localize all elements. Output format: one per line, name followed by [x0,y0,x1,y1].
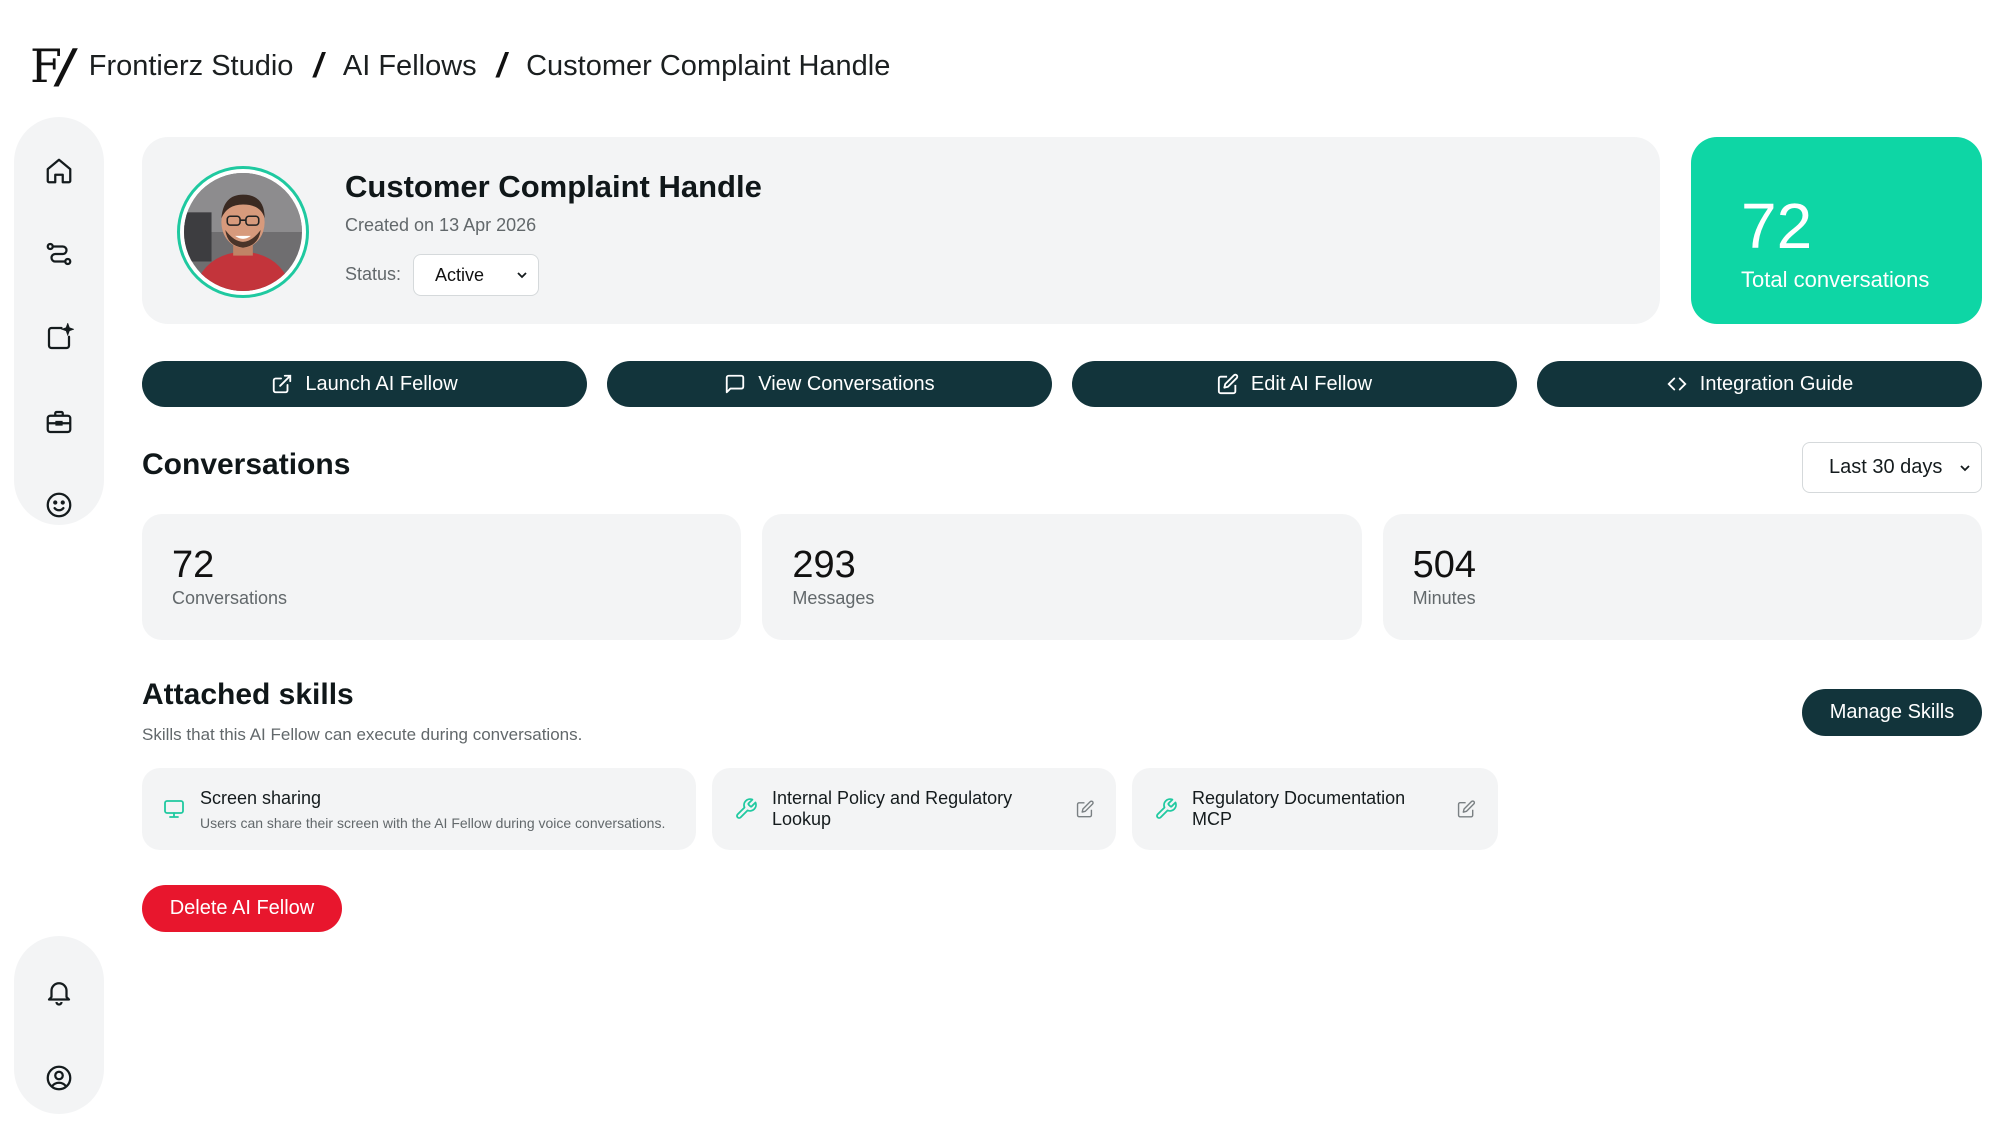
chevron-down-icon [1960,465,1970,472]
brand-logo[interactable]: F / [30,39,75,93]
home-icon[interactable] [37,151,81,191]
manage-skills-button[interactable]: Manage Skills [1802,689,1982,736]
conversation-stats: 72 Conversations 293 Messages 504 Minute… [142,514,1982,640]
edit-icon [1217,373,1239,395]
stat-card-conversations: 72 Conversations [142,514,742,640]
briefcase-icon[interactable] [37,402,81,442]
action-bar: Launch AI Fellow View Conversations Edit… [142,361,1982,407]
status-value: Active [435,264,485,285]
edit-icon[interactable] [1076,799,1095,819]
skill-card-internal-policy[interactable]: Internal Policy and Regulatory Lookup [712,768,1116,850]
breadcrumb-current: Customer Complaint Handle [526,49,891,82]
stat-label: Minutes [1412,588,1476,608]
attached-skills-subtitle: Skills that this AI Fellow can execute d… [142,725,583,744]
breadcrumb-ai-fellows[interactable]: AI Fellows [343,50,477,83]
view-conversations-button[interactable]: View Conversations [607,361,1052,407]
status-label: Status: [345,264,402,284]
skill-description: Users can share their screen with the AI… [200,814,666,831]
breadcrumb-workspace[interactable]: Frontierz Studio [89,50,294,83]
user-circle-icon[interactable] [37,1056,81,1100]
stat-value: 504 [1412,544,1477,586]
smile-icon[interactable] [37,485,81,525]
sidebar-nav [14,117,104,525]
edit-ai-fellow-button[interactable]: Edit AI Fellow [1072,361,1517,407]
skills-list: Screen sharing Users can share their scr… [142,768,1498,850]
edit-icon[interactable] [1457,799,1476,819]
delete-ai-fellow-button[interactable]: Delete AI Fellow [142,885,342,932]
wrench-icon [1156,798,1177,819]
stat-value: 293 [792,544,856,586]
skill-card-screen-sharing[interactable]: Screen sharing Users can share their scr… [142,768,696,850]
skill-card-regulatory-docs[interactable]: Regulatory Documentation MCP [1132,768,1498,850]
date-range-value: Last 30 days [1829,456,1943,478]
skill-name: Regulatory Documentation MCP [1192,788,1406,829]
stat-value: 72 [172,544,215,586]
breadcrumb-separator: / [496,46,507,85]
monitor-icon [164,800,184,818]
external-link-icon [273,374,292,394]
total-conversations-card: 72 Total conversations [1691,137,1982,324]
ai-fellow-name: Customer Complaint Handle [345,169,762,204]
stat-label: Messages [792,588,875,608]
bell-icon[interactable] [37,970,81,1014]
skill-name: Internal Policy and Regulatory Lookup [772,788,1013,829]
add-skill-icon[interactable] [37,318,81,358]
workflow-icon[interactable] [37,235,81,275]
ai-fellow-profile-card: Customer Complaint Handle Created on 13 … [142,137,1660,324]
sidebar-user [14,936,104,1114]
stat-card-minutes: 504 Minutes [1382,514,1982,640]
breadcrumb: F / Frontierz Studio / AI Fellows / Custo… [30,36,890,96]
date-range-select[interactable]: Last 30 days [1802,442,1982,493]
total-conversations-value: 72 [1741,190,1813,262]
attached-skills-heading: Attached skills [142,678,354,711]
conversations-heading: Conversations [142,448,351,481]
breadcrumb-separator: / [313,46,323,85]
avatar [177,166,309,298]
launch-ai-fellow-button[interactable]: Launch AI Fellow [142,361,587,407]
code-icon [1667,377,1687,391]
integration-guide-button[interactable]: Integration Guide [1537,361,1982,407]
total-conversations-label: Total conversations [1741,267,1930,292]
stat-card-messages: 293 Messages [762,514,1362,640]
chevron-down-icon [517,272,527,279]
chat-icon [726,374,745,394]
stat-label: Conversations [172,588,288,608]
status-select[interactable]: Active [413,254,539,296]
skill-name: Screen sharing [200,787,322,808]
created-date: Created on 13 Apr 2026 [345,215,537,235]
wrench-icon [736,798,757,819]
